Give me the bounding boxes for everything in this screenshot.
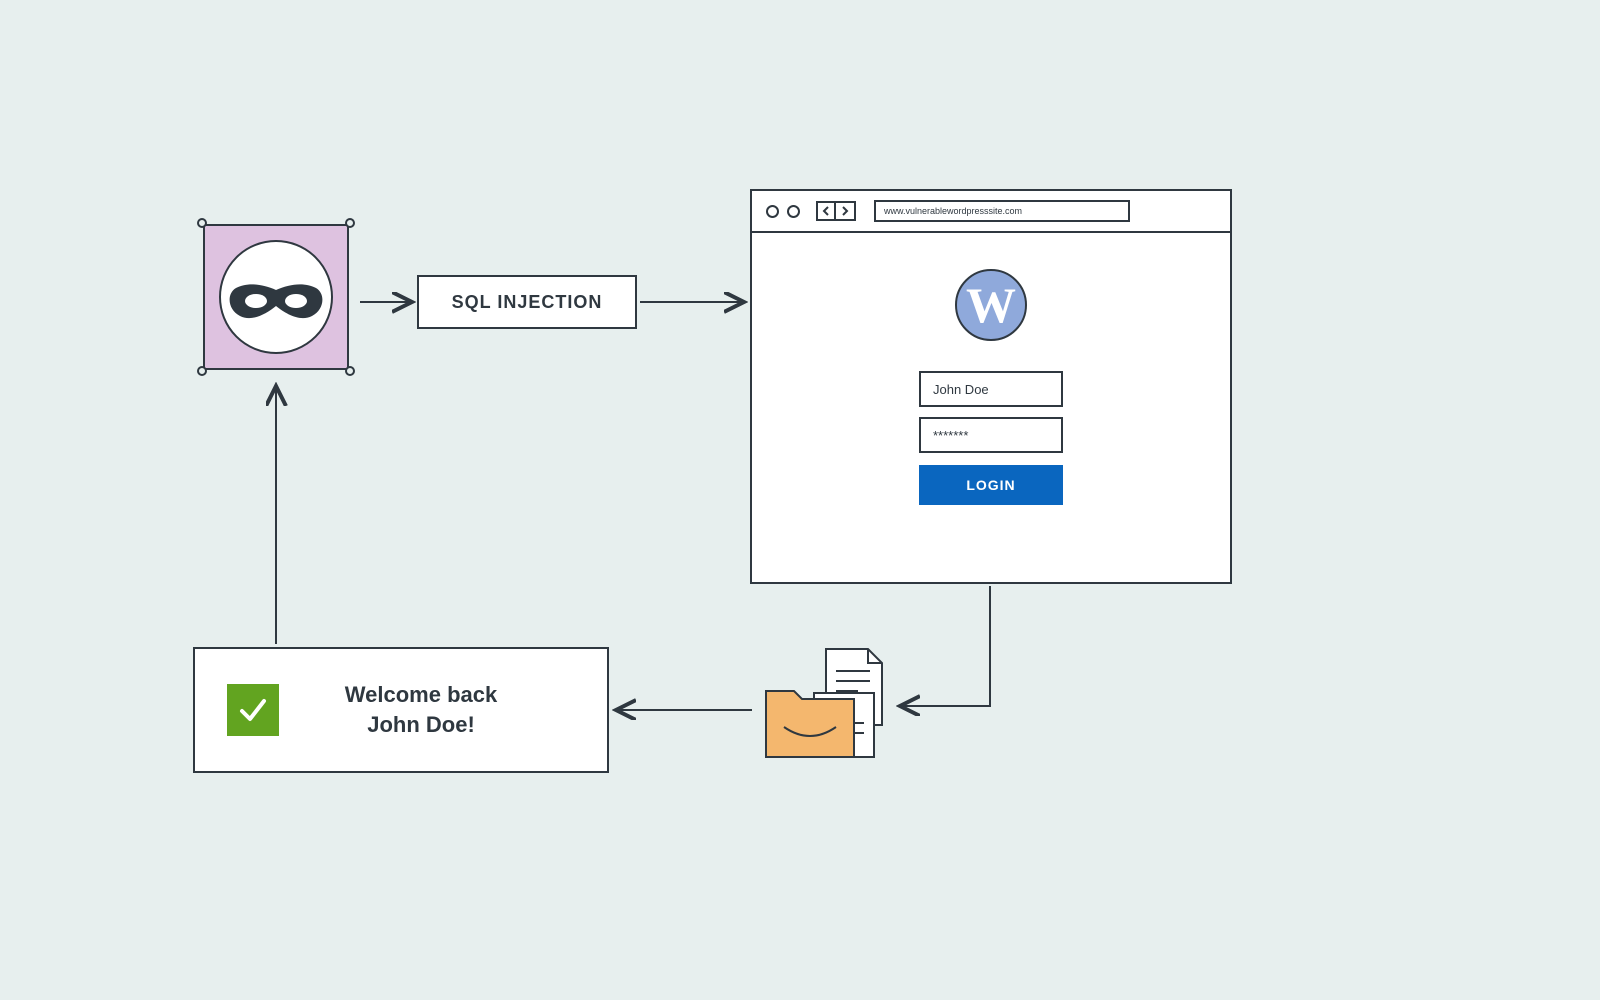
back-button-icon [816,201,836,221]
password-value: ******* [933,428,968,443]
resize-handle-icon [197,218,207,228]
sql-injection-label-box: SQL INJECTION [417,275,637,329]
window-control-icon [766,205,779,218]
browser-toolbar: www.vulnerablewordpresssite.com [752,191,1230,233]
welcome-line2: John Doe! [367,712,475,737]
resize-handle-icon [345,366,355,376]
welcome-line1: Welcome back [345,682,497,707]
nav-buttons [816,201,856,221]
login-label: LOGIN [966,477,1015,493]
address-bar: www.vulnerablewordpresssite.com [874,200,1130,222]
login-form: W John Doe ******* LOGIN [752,233,1230,505]
hacker-node [195,216,357,378]
window-control-icon [787,205,800,218]
username-field: John Doe [919,371,1063,407]
welcome-text: Welcome back John Doe! [307,680,575,739]
success-check-icon [227,684,279,736]
welcome-message-box: Welcome back John Doe! [193,647,609,773]
hacker-mask-icon [228,284,324,320]
sql-injection-label: SQL INJECTION [452,292,603,313]
wordpress-logo-icon: W [955,269,1027,341]
login-button: LOGIN [919,465,1063,505]
forward-button-icon [836,201,856,221]
password-field: ******* [919,417,1063,453]
username-value: John Doe [933,382,989,397]
browser-window: www.vulnerablewordpresssite.com W John D… [750,189,1232,584]
diagram-stage: SQL INJECTION www.vulnerablewordpresssit… [0,0,1600,1000]
hacker-face-icon [219,240,333,354]
database-files-icon [760,645,890,765]
url-text: www.vulnerablewordpresssite.com [884,206,1022,216]
resize-handle-icon [197,366,207,376]
wp-letter: W [966,276,1016,334]
resize-handle-icon [345,218,355,228]
